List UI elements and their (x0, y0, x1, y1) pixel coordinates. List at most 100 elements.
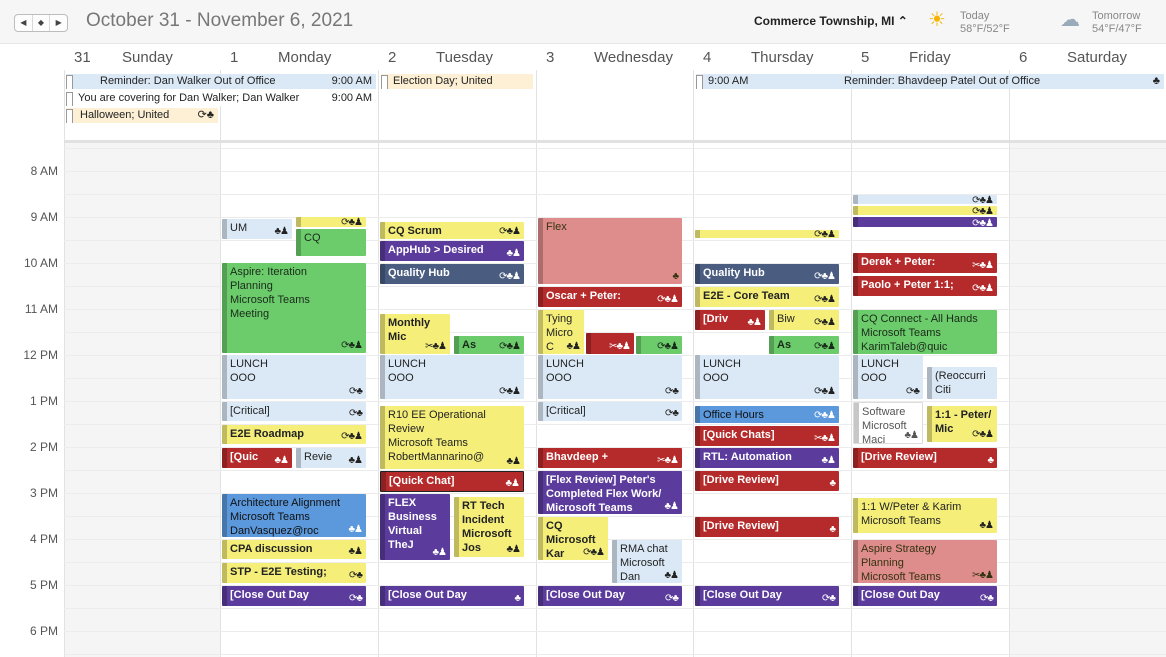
event[interactable]: 1:1 W/Peter & Karim Microsoft Teams ♣♟ (853, 498, 997, 533)
event[interactable]: LUNCH OOO ⟳♣ (853, 355, 923, 399)
event[interactable]: ⟳♣♟ (853, 195, 997, 204)
event[interactable]: LUNCH OOO ⟳♣♟ (380, 355, 524, 399)
today-button[interactable]: ◆ (33, 15, 51, 31)
event[interactable]: Software Microsoft Maci ♣♟ (853, 402, 923, 444)
event[interactable]: Quality Hub ⟳♣♟ (695, 264, 839, 284)
day-header-wednesday[interactable]: 3 Wednesday (536, 44, 693, 70)
event[interactable]: [Close Out Day ⟳♣ (538, 586, 682, 606)
time-label: 10 AM (23, 256, 58, 270)
event[interactable]: [Quick Chats] ✂♣♟ (695, 426, 839, 446)
event[interactable]: [Close Out Day ⟳♣ (853, 586, 997, 606)
event[interactable]: R10 EE Operational Review Microsoft Team… (380, 406, 524, 469)
event[interactable]: [Critical] ⟳♣ (538, 402, 682, 421)
event[interactable]: LUNCH OOO ⟳♣♟ (695, 355, 839, 399)
event[interactable]: [Quic ♣♟ (222, 448, 292, 468)
allday-covering-dan[interactable]: You are covering for Dan Walker; Dan Wal… (66, 91, 376, 106)
time-label: 6 PM (29, 624, 58, 638)
event[interactable]: Aspire Strategy Planning Microsoft Teams… (853, 540, 997, 583)
event[interactable]: LUNCH OOO ⟳♣ (222, 355, 366, 399)
column-divider (851, 70, 852, 657)
location-selector[interactable]: Commerce Township, MI ⌃ (754, 14, 908, 28)
event[interactable]: (Reoccurri Citi (927, 367, 997, 399)
hour-line (64, 194, 1166, 195)
event[interactable]: Paolo + Peter 1:1; ⟳♣♟ (853, 276, 997, 296)
allday-reminder-dan[interactable]: Reminder: Dan Walker Out of Office 9:00 A… (66, 74, 376, 89)
event[interactable]: [Driv ♣♟ (695, 310, 765, 330)
event[interactable]: Office Hours ⟳♣♟ (695, 406, 839, 423)
event[interactable]: Flex ♣ (538, 218, 682, 284)
event[interactable]: ✂♣♟ (586, 333, 634, 354)
time-label: 12 PM (23, 348, 58, 362)
rain-cloud-icon: ☁ (1060, 9, 1080, 31)
allday-reminder-bhavdeep[interactable]: 9:00 AM Reminder: Bhavdeep Patel Out of O… (696, 74, 1164, 89)
event[interactable]: UM ♣♟ (222, 219, 292, 239)
event[interactable]: [Drive Review] ♣ (853, 448, 997, 468)
event[interactable]: Architecture Alignment Microsoft Teams D… (222, 494, 366, 537)
event[interactable]: CQ Microsoft Kar ⟳♣♟ (538, 517, 608, 560)
toolbar: ◀ ◆ ▶ October 31 - November 6, 2021 Comm… (0, 0, 1166, 44)
event[interactable]: ⟳♣♟ (296, 217, 366, 227)
all-day-divider (64, 140, 1166, 143)
event[interactable]: Bhavdeep + ✂♣♟ (538, 448, 682, 468)
time-label: 5 PM (29, 578, 58, 592)
day-header-monday[interactable]: 1 Monday (220, 44, 378, 70)
time-label: 4 PM (29, 532, 58, 546)
day-header-sunday[interactable]: 31 Sunday (64, 44, 220, 70)
event[interactable]: E2E Roadmap ⟳♣♟ (222, 425, 366, 444)
column-divider (536, 70, 537, 657)
event[interactable]: ⟳♣♟ (853, 206, 997, 215)
event[interactable]: As ⟳♣♟ (769, 336, 839, 354)
event[interactable]: ⟳♣♟ (853, 217, 997, 227)
event[interactable]: CQ Connect - All Hands Microsoft Teams K… (853, 310, 997, 354)
day-header-tuesday[interactable]: 2 Tuesday (378, 44, 536, 70)
column-divider (693, 70, 694, 657)
prev-week-button[interactable]: ◀ (15, 15, 33, 31)
time-label: 3 PM (29, 486, 58, 500)
event[interactable]: LUNCH OOO ⟳♣ (538, 355, 682, 399)
allday-election-day[interactable]: Election Day; United (381, 74, 533, 89)
hour-line (64, 631, 1166, 632)
event[interactable]: 1:1 - Peter/ Mic ⟳♣♟ (927, 406, 997, 442)
column-divider (1009, 70, 1010, 657)
time-label: 1 PM (29, 394, 58, 408)
event[interactable]: Derek + Peter: ✂♣♟ (853, 253, 997, 273)
event[interactable]: [Close Out Day ♣ (380, 586, 524, 606)
event[interactable]: [Drive Review] ♣ (695, 517, 839, 537)
time-label: 9 AM (30, 210, 58, 224)
next-week-button[interactable]: ▶ (50, 15, 67, 31)
event[interactable]: ⟳♣♟ (695, 230, 839, 238)
hour-line (64, 171, 1166, 172)
event[interactable]: [Close Out Day ⟳♣ (695, 586, 839, 606)
event[interactable]: [Drive Review] ♣ (695, 471, 839, 491)
event[interactable]: CPA discussion ♣♟ (222, 540, 366, 559)
event[interactable]: [Flex Review] Peter's Completed Flex Wor… (538, 471, 682, 514)
event[interactable]: FLEX Business Virtual TheJ ♣♟ (380, 494, 450, 560)
event[interactable]: Quality Hub ⟳♣♟ (380, 264, 524, 284)
event[interactable]: CQ (296, 229, 366, 256)
event[interactable]: AppHub > Desired ♣♟ (380, 241, 524, 261)
event[interactable]: As ⟳♣♟ (454, 336, 524, 354)
event[interactable]: CQ Scrum ⟳♣♟ (380, 222, 524, 239)
hour-line (64, 608, 1166, 609)
event[interactable]: RMA chat Microsoft Dan ♣♟ (612, 540, 682, 583)
event[interactable]: Monthly Mic ✂♣♟ (380, 314, 450, 354)
day-header-friday[interactable]: 5 Friday (851, 44, 1009, 70)
event[interactable]: ⟳♣♟ (636, 336, 682, 354)
event[interactable]: RTL: Automation ♣♟ (695, 448, 839, 468)
day-header-saturday[interactable]: 6 Saturday (1009, 44, 1166, 70)
sun-cloud-icon: ☀ (928, 9, 946, 31)
event[interactable]: E2E - Core Team ⟳♣♟ (695, 287, 839, 307)
event[interactable]: STP - E2E Testing; ⟳♣ (222, 563, 366, 583)
event[interactable]: Revie ♣♟ (296, 448, 366, 468)
event[interactable]: Tying Micro C ♣♟ (538, 310, 584, 354)
event[interactable]: RT Tech Incident Microsoft Jos ♣♟ (454, 497, 524, 557)
event[interactable]: Biw ⟳♣♟ (769, 310, 839, 330)
event[interactable]: [Quick Chat] ♣♟ (380, 471, 524, 492)
time-label: 2 PM (29, 440, 58, 454)
allday-halloween[interactable]: Halloween; United ⟳♣ (66, 108, 218, 123)
event[interactable]: [Close Out Day ⟳♣ (222, 586, 366, 606)
event[interactable]: Aspire: Iteration Planning Microsoft Tea… (222, 263, 366, 353)
event[interactable]: [Critical] ⟳♣ (222, 402, 366, 421)
day-header-thursday[interactable]: 4 Thursday (693, 44, 851, 70)
event[interactable]: Oscar + Peter: ⟳♣♟ (538, 287, 682, 307)
